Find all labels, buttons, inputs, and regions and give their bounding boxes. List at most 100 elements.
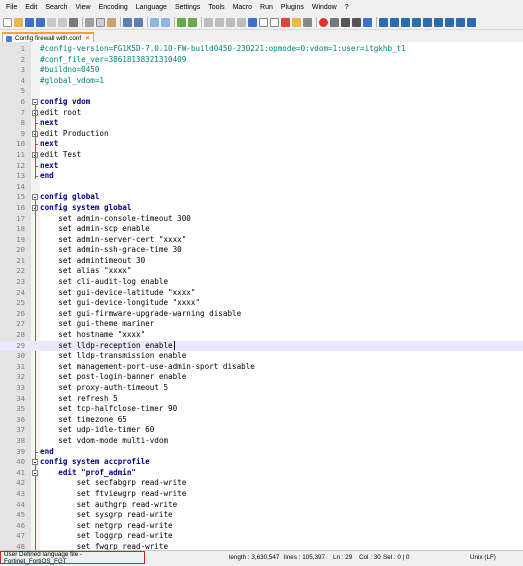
document-map-icon[interactable] (270, 17, 279, 27)
code-line[interactable]: 34 set refresh 5 (0, 394, 523, 405)
code-line[interactable]: 6 config vdom (0, 97, 523, 108)
show-all-chars-icon[interactable] (237, 17, 246, 27)
code-line[interactable]: 23 set cli-audit-log enable (0, 277, 523, 288)
code-line[interactable]: 5 (0, 86, 523, 97)
code-line[interactable]: 36 set timezone 65 (0, 415, 523, 426)
print-icon[interactable] (69, 17, 78, 27)
code-line[interactable]: 32 set post-login-banner enable (0, 372, 523, 383)
code-line[interactable]: 14 (0, 182, 523, 193)
cut-icon[interactable] (85, 17, 94, 27)
open-file-icon[interactable] (14, 17, 23, 27)
code-line[interactable]: 44 set authgrp read-write (0, 500, 523, 511)
menu-item[interactable]: Language (132, 4, 171, 11)
stop-macro-icon[interactable] (330, 17, 339, 27)
sync-vertical-icon[interactable] (204, 17, 213, 27)
play-macro-icon[interactable] (341, 17, 350, 27)
close-all-icon[interactable] (58, 17, 67, 27)
copy-icon[interactable] (96, 17, 105, 27)
code-line[interactable]: 17 set admin-console-timeout 300 (0, 214, 523, 225)
close-icon[interactable] (47, 17, 56, 27)
zoom-in-icon[interactable] (177, 17, 186, 27)
code-line[interactable]: 38 set vdom-mode multi-vdom (0, 436, 523, 447)
undo-icon[interactable] (123, 17, 132, 27)
code-line[interactable]: 31 set management-port-use-admin-sport d… (0, 362, 523, 373)
code-line[interactable]: 2 #conf_file_ver=38618138321310409 (0, 55, 523, 66)
find-icon[interactable] (150, 17, 159, 27)
code-line[interactable]: 15 config global (0, 192, 523, 203)
menu-item[interactable]: File (2, 4, 21, 11)
menu-item[interactable]: Encoding (95, 4, 132, 11)
code-line[interactable]: 12 next (0, 161, 523, 172)
monitoring-icon[interactable] (303, 17, 312, 27)
code-line[interactable]: 42 set secfabgrp read-write (0, 478, 523, 489)
code-line[interactable]: 39 end (0, 447, 523, 458)
plugin-icon-3[interactable] (401, 17, 410, 27)
code-line[interactable]: 46 set netgrp read-write (0, 521, 523, 532)
menu-item[interactable]: Search (41, 4, 71, 11)
close-tab-icon[interactable]: ✕ (85, 35, 90, 42)
menu-item[interactable]: ? (341, 4, 353, 11)
folder-workspace-icon[interactable] (292, 17, 301, 27)
menu-item[interactable]: Plugins (277, 4, 308, 11)
paste-icon[interactable] (107, 17, 116, 27)
code-line[interactable]: 3 #buildno=0450 (0, 65, 523, 76)
code-line[interactable]: 40 config system accprofile (0, 457, 523, 468)
code-line[interactable]: 47 set loggrp read-write (0, 531, 523, 542)
menu-item[interactable]: Settings (171, 4, 204, 11)
zoom-out-icon[interactable] (188, 17, 197, 27)
user-language-icon[interactable] (259, 17, 268, 27)
code-line[interactable]: 16 config system global (0, 203, 523, 214)
plugin-icon-2[interactable] (390, 17, 399, 27)
code-line[interactable]: 9 edit Production (0, 129, 523, 140)
plugin-icon-9[interactable] (467, 17, 476, 27)
code-line[interactable]: 18 set admin-scp enable (0, 224, 523, 235)
plugin-icon-6[interactable] (434, 17, 443, 27)
code-line[interactable]: 7 edit root (0, 108, 523, 119)
code-line[interactable]: 41 edit "prof_admin" (0, 468, 523, 479)
plugin-icon-5[interactable] (423, 17, 432, 27)
menu-item[interactable]: View (72, 4, 95, 11)
save-macro-icon[interactable] (363, 17, 372, 27)
redo-icon[interactable] (134, 17, 143, 27)
code-line[interactable]: 27 set gui-theme mariner (0, 319, 523, 330)
code-line[interactable]: 43 set ftviewgrp read-write (0, 489, 523, 500)
code-line[interactable]: 22 set alias "xxxx" (0, 266, 523, 277)
code-line[interactable]: 11 edit Test (0, 150, 523, 161)
indent-guide-icon[interactable] (248, 17, 257, 27)
plugin-icon-8[interactable] (456, 17, 465, 27)
code-line[interactable]: 24 set gui-device-latitude "xxxx" (0, 288, 523, 299)
plugin-icon-4[interactable] (412, 17, 421, 27)
code-line[interactable]: 37 set udp-idle-timer 60 (0, 425, 523, 436)
code-line[interactable]: 45 set sysgrp read-write (0, 510, 523, 521)
code-line[interactable]: 10 next (0, 139, 523, 150)
save-all-icon[interactable] (36, 17, 45, 27)
editor-pane[interactable]: 1 #config-version=FG1K5D-7.0.10-FW-build0… (0, 42, 523, 551)
code-line[interactable]: 4 #global_vdom=1 (0, 76, 523, 87)
code-line[interactable]: 28 set hostname "xxxx" (0, 330, 523, 341)
replace-icon[interactable] (161, 17, 170, 27)
function-list-icon[interactable] (281, 17, 290, 27)
plugin-icon-7[interactable] (445, 17, 454, 27)
code-line[interactable]: 1 #config-version=FG1K5D-7.0.10-FW-build0… (0, 44, 523, 55)
code-line[interactable]: 20 set admin-ssh-grace-time 30 (0, 245, 523, 256)
run-macro-multiple-icon[interactable] (352, 17, 361, 27)
code-line[interactable]: 21 set admintimeout 30 (0, 256, 523, 267)
menu-item[interactable]: Edit (21, 4, 41, 11)
word-wrap-icon[interactable] (226, 17, 235, 27)
menu-item[interactable]: Window (308, 4, 341, 11)
menu-item[interactable]: Macro (229, 4, 256, 11)
code-line[interactable]: 13 end (0, 171, 523, 182)
plugin-icon-1[interactable] (379, 17, 388, 27)
new-file-icon[interactable] (3, 17, 12, 27)
code-line[interactable]: 35 set tcp-halfclose-timer 90 (0, 404, 523, 415)
code-line[interactable]: 29 set lldp-reception enable (0, 340, 523, 352)
code-line[interactable]: 8 next (0, 118, 523, 129)
code-line[interactable]: 33 set proxy-auth-timeout 5 (0, 383, 523, 394)
save-icon[interactable] (25, 17, 34, 27)
code-line[interactable]: 26 set gui-firmware-upgrade-warning disa… (0, 309, 523, 320)
menu-item[interactable]: Run (256, 4, 277, 11)
sync-horizontal-icon[interactable] (215, 17, 224, 27)
menu-item[interactable]: Tools (204, 4, 228, 11)
record-macro-icon[interactable] (319, 17, 328, 27)
code-line[interactable]: 30 set lldp-transmission enable (0, 351, 523, 362)
